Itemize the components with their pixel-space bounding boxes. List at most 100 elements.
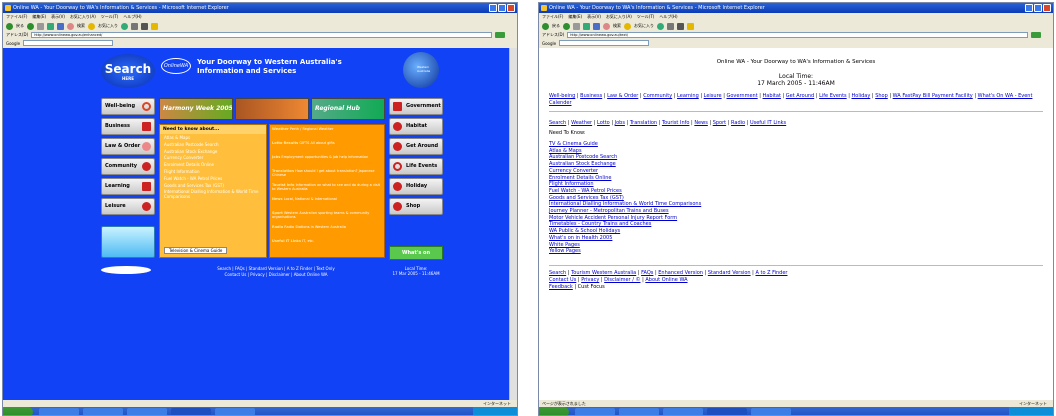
link-fastpay[interactable]: WA FastPay Bill Payment Facility (893, 93, 973, 99)
quick-link-news[interactable]: News Local, National & International (272, 197, 384, 211)
start-button[interactable] (539, 407, 569, 415)
maximize-button[interactable] (1034, 4, 1042, 12)
list-item[interactable]: Enrolment Details Online (549, 175, 1043, 182)
quick-link-sport[interactable]: Sport Western Australian sporting teams … (272, 211, 384, 225)
list-item[interactable]: International Dialling Information & Wor… (164, 189, 262, 199)
need-to-know-select[interactable]: Television & Cinema Guide (164, 247, 228, 254)
link-a-to-z[interactable]: A to Z Finder (755, 270, 787, 276)
mail-icon[interactable] (667, 22, 674, 30)
link-tourist-info[interactable]: Tourist Info (662, 120, 690, 126)
start-button[interactable] (3, 407, 33, 415)
link-translation[interactable]: Translation (630, 120, 657, 126)
search-icon[interactable] (603, 22, 610, 30)
history-icon[interactable] (657, 22, 664, 30)
quick-link-radio[interactable]: Radio Radio Stations in Western Australi… (272, 225, 384, 239)
nav-government[interactable]: Government (389, 98, 443, 115)
link-law-order[interactable]: Law & Order (607, 93, 638, 99)
list-item[interactable]: Enrolment Details Online (164, 162, 262, 169)
menu-help[interactable]: ヘルプ(H) (659, 14, 677, 19)
list-item[interactable]: Yellow Pages (549, 248, 1043, 255)
list-item[interactable]: International Dialling Information & Wor… (549, 201, 1043, 208)
list-item[interactable]: Currency Converter (549, 168, 1043, 175)
menu-tools[interactable]: ツール(T) (637, 14, 655, 19)
nav-law-order[interactable]: Law & Order (101, 138, 155, 155)
quick-link-tourist-info[interactable]: Tourist Info Information on what to see … (272, 183, 384, 197)
link-leisure[interactable]: Leisure (704, 93, 722, 99)
list-item[interactable]: Journey Planner - Metropolitan Trains an… (549, 208, 1043, 215)
refresh-icon[interactable] (47, 22, 54, 30)
link-government[interactable]: Government (726, 93, 757, 99)
banner-harmony-week[interactable]: Harmony Week 2005 (159, 98, 233, 120)
quick-link-jobs[interactable]: Jobs Employment opportunities & job help… (272, 155, 384, 169)
address-input[interactable]: http://www.onlinewa.gov.au/text/ (567, 32, 1028, 38)
search-logo-text[interactable]: Search (105, 62, 151, 76)
menu-file[interactable]: ファイル(F) (542, 14, 563, 19)
forward-icon[interactable] (27, 22, 34, 30)
print-icon[interactable] (141, 22, 148, 30)
go-button[interactable] (495, 32, 505, 38)
list-item[interactable]: Atlas & Maps (164, 135, 262, 142)
link-sport[interactable]: Sport (713, 120, 726, 126)
menu-view[interactable]: 表示(V) (587, 14, 601, 19)
list-item[interactable]: Flight Information (549, 181, 1043, 188)
nav-get-around[interactable]: Get Around (389, 138, 443, 155)
nav-shop[interactable]: Shop (389, 198, 443, 215)
link-tourism-wa[interactable]: Tourism Western Australia (571, 270, 636, 276)
taskbar-item[interactable] (127, 408, 167, 415)
link-community[interactable]: Community (643, 93, 672, 99)
link-lotto[interactable]: Lotto (597, 120, 610, 126)
whats-on-button[interactable]: What's on (389, 246, 443, 260)
favorites-icon[interactable] (624, 22, 631, 30)
favorites-label[interactable]: お気に入り (634, 23, 654, 29)
link-shop[interactable]: Shop (875, 93, 888, 99)
link-search-footer[interactable]: Search (549, 270, 566, 276)
list-item[interactable]: Flight Information (164, 169, 262, 176)
link-business[interactable]: Business (580, 93, 602, 99)
menu-tools[interactable]: ツール(T) (101, 14, 119, 19)
back-label[interactable]: 戻る (552, 23, 560, 29)
vertical-scrollbar[interactable] (509, 48, 517, 400)
list-item[interactable]: Fuel Watch - WA Petrol Prices (549, 188, 1043, 195)
taskbar-item[interactable] (619, 408, 659, 415)
menu-view[interactable]: 表示(V) (51, 14, 65, 19)
quick-link-translation[interactable]: Translation How should I get about trans… (272, 169, 384, 183)
menu-edit[interactable]: 編集(E) (32, 14, 46, 19)
link-jobs[interactable]: Jobs (615, 120, 625, 126)
nav-holiday[interactable]: Holiday (389, 178, 443, 195)
quick-link-weather[interactable]: Weather Perth / Regional Weather (272, 127, 384, 141)
banner-regional[interactable]: Regional Hub (311, 98, 385, 120)
link-privacy[interactable]: Privacy (581, 277, 599, 283)
link-radio[interactable]: Radio (731, 120, 745, 126)
link-search[interactable]: Search (549, 120, 566, 126)
taskbar-item[interactable] (215, 408, 255, 415)
link-feedback[interactable]: Feedback (549, 284, 573, 290)
taskbar-item[interactable] (575, 408, 615, 415)
list-item[interactable]: Goods and Services Tax (GST) (549, 195, 1043, 202)
link-disclaimer[interactable]: Disclaimer / © (604, 277, 640, 283)
link-weather[interactable]: Weather (571, 120, 592, 126)
go-button[interactable] (1031, 32, 1041, 38)
link-news[interactable]: News (694, 120, 708, 126)
address-input[interactable]: http://www.onlinewa.gov.au/enhanced/ (31, 32, 492, 38)
search-here-logo[interactable]: Search HERE (101, 54, 155, 88)
maximize-button[interactable] (498, 4, 506, 12)
taskbar-item[interactable] (707, 408, 747, 415)
list-item[interactable]: Timetables - Country Trains and Coaches (549, 221, 1043, 228)
list-item[interactable]: Atlas & Maps (549, 148, 1043, 155)
folder-icon[interactable] (687, 22, 694, 30)
link-learning[interactable]: Learning (677, 93, 699, 99)
minimize-button[interactable] (1025, 4, 1033, 12)
link-standard-version[interactable]: Standard Version (708, 270, 751, 276)
google-search-input[interactable] (559, 40, 650, 46)
nav-well-being[interactable]: Well-being (101, 98, 155, 115)
nav-leisure[interactable]: Leisure (101, 198, 155, 215)
list-item[interactable]: TV & Cinema Guide (549, 141, 1043, 148)
list-item[interactable]: What's on in Health 2005 (549, 235, 1043, 242)
link-get-around[interactable]: Get Around (786, 93, 814, 99)
menu-favorites[interactable]: お気に入り(A) (70, 14, 96, 19)
close-button[interactable] (507, 4, 515, 12)
back-icon[interactable] (6, 22, 13, 30)
taskbar-item[interactable] (751, 408, 791, 415)
nav-learning[interactable]: Learning (101, 178, 155, 195)
link-it-links[interactable]: Useful IT Links (750, 120, 786, 126)
